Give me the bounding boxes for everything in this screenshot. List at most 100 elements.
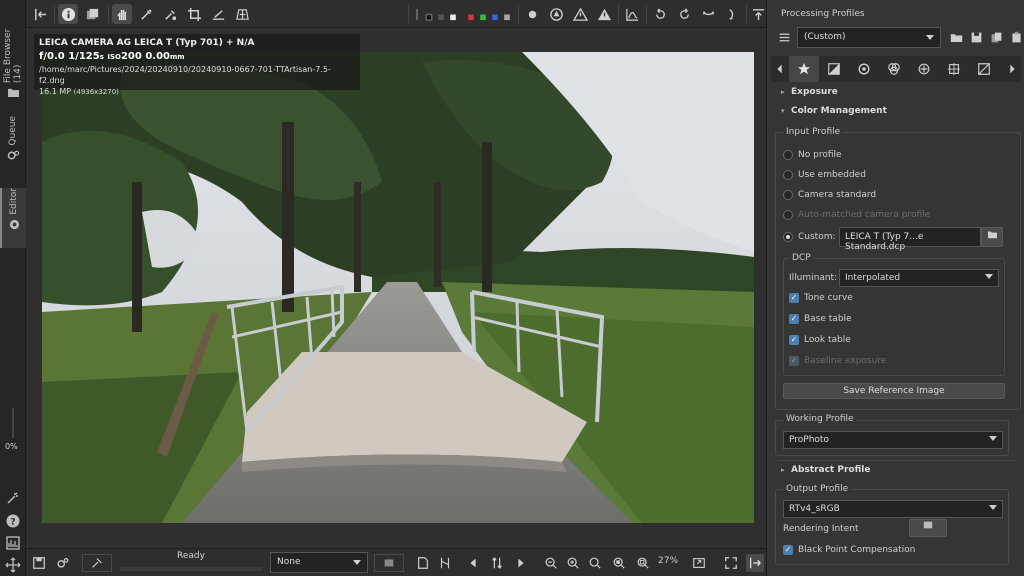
black-point-compensation-checkbox[interactable]: ✓ Black Point Compensation bbox=[783, 543, 915, 557]
tab-color[interactable] bbox=[879, 56, 909, 82]
next-image-button[interactable] bbox=[512, 554, 530, 572]
color-picker-button[interactable] bbox=[160, 4, 180, 24]
tab-editor[interactable]: Editor bbox=[0, 188, 26, 248]
previous-image-button[interactable] bbox=[464, 554, 482, 572]
zoom-100-button[interactable] bbox=[586, 554, 604, 572]
tone-curve-checkbox[interactable]: ✓ Tone curve bbox=[789, 291, 853, 305]
chevron-down-icon bbox=[985, 274, 993, 279]
output-profile-select[interactable]: None bbox=[270, 552, 368, 573]
tabs-scroll-left[interactable] bbox=[771, 56, 789, 82]
shadow-clipping-button[interactable] bbox=[546, 4, 566, 24]
browse-profile-button[interactable] bbox=[981, 227, 1003, 247]
rotate-right-button[interactable] bbox=[674, 4, 694, 24]
fullscreen-button[interactable] bbox=[722, 554, 740, 572]
perspective-button[interactable] bbox=[232, 4, 252, 24]
paste-profile-button[interactable] bbox=[1007, 28, 1024, 46]
help-icon[interactable]: ? bbox=[5, 513, 21, 529]
abstract-profile-section-header[interactable]: ▸ Abstract Profile bbox=[781, 465, 870, 475]
output-profile-select[interactable]: RTv4_sRGB bbox=[783, 500, 1003, 518]
working-profile-select[interactable]: ProPhoto bbox=[783, 431, 1003, 449]
tab-queue[interactable]: Queue bbox=[0, 116, 26, 176]
hide-left-panel-button[interactable] bbox=[30, 4, 50, 24]
tab-favorites[interactable] bbox=[789, 56, 819, 82]
white-balance-picker-button[interactable] bbox=[136, 4, 156, 24]
info-button[interactable] bbox=[58, 4, 78, 24]
radio-use-embedded[interactable]: Use embedded bbox=[783, 168, 866, 182]
move-icon[interactable] bbox=[5, 557, 21, 573]
look-table-checkbox[interactable]: ✓ Look table bbox=[789, 333, 851, 347]
sync-image-button[interactable] bbox=[488, 554, 506, 572]
load-profile-button[interactable] bbox=[947, 28, 965, 46]
illuminant-select[interactable]: Interpolated bbox=[839, 269, 999, 287]
white-swatch-icon bbox=[450, 14, 456, 20]
flip-horizontal-button[interactable] bbox=[698, 4, 718, 24]
list-icon bbox=[779, 33, 789, 41]
save-image-button[interactable] bbox=[30, 554, 48, 572]
radio-label: No profile bbox=[798, 150, 842, 160]
tab-exposure[interactable] bbox=[819, 56, 849, 82]
rendering-intent-button[interactable] bbox=[909, 519, 947, 537]
hide-top-panel-button[interactable] bbox=[748, 4, 768, 24]
preview-white-button[interactable] bbox=[446, 4, 460, 24]
dimensions: (4936x3270) bbox=[73, 88, 119, 96]
photo-preview[interactable] bbox=[42, 52, 754, 523]
tab-file-browser[interactable]: File Browser (14) bbox=[0, 8, 26, 98]
radio-auto-matched: Auto-matched camera profile bbox=[783, 208, 930, 222]
shadow-warning-button[interactable] bbox=[594, 4, 614, 24]
save-reference-image-button[interactable]: Save Reference Image bbox=[783, 383, 1005, 399]
tab-raw[interactable] bbox=[969, 56, 999, 82]
new-detail-window-button[interactable] bbox=[690, 554, 708, 572]
histogram-panel-icon[interactable] bbox=[5, 535, 21, 551]
folder-icon bbox=[987, 231, 997, 239]
crop-button[interactable] bbox=[184, 4, 204, 24]
exposure-section-header[interactable]: ▸ Exposure bbox=[781, 87, 838, 97]
image-size: 16.1 MP (4936x3270) bbox=[39, 86, 355, 98]
copy-profile-button[interactable] bbox=[987, 28, 1005, 46]
zoom-fit-button[interactable] bbox=[634, 554, 652, 572]
send-to-queue-button[interactable] bbox=[54, 554, 72, 572]
color-channel-handle[interactable] bbox=[412, 4, 422, 24]
histogram-icon bbox=[625, 8, 638, 21]
soft-proof-button[interactable] bbox=[414, 554, 432, 572]
radio-custom[interactable]: Custom: bbox=[783, 230, 836, 244]
save-profile-button[interactable] bbox=[967, 28, 985, 46]
color-management-section-header[interactable]: ▾ Color Management bbox=[781, 106, 887, 116]
wand-icon[interactable] bbox=[5, 490, 21, 506]
tab-transform[interactable] bbox=[939, 56, 969, 82]
tab-advanced[interactable] bbox=[909, 56, 939, 82]
rotate-left-button[interactable] bbox=[650, 4, 670, 24]
focus-mask-button[interactable] bbox=[522, 4, 542, 24]
left-percent: 0% bbox=[5, 442, 18, 451]
processing-profile-select[interactable]: (Custom) bbox=[797, 27, 941, 48]
straighten-button[interactable] bbox=[208, 4, 228, 24]
hand-tool-button[interactable] bbox=[112, 4, 132, 24]
info-icon bbox=[61, 7, 75, 21]
checkbox-label: Base table bbox=[804, 314, 852, 324]
divider bbox=[779, 460, 1017, 461]
camera-model: LEICA CAMERA AG LEICA T (Typ 701) + N/A bbox=[39, 38, 255, 48]
hide-right-panel-button[interactable] bbox=[746, 554, 764, 572]
preview-luminance-button[interactable] bbox=[500, 4, 514, 24]
gamut-check-button[interactable] bbox=[436, 554, 454, 572]
radio-dot bbox=[783, 210, 793, 220]
tabs-scroll-right[interactable] bbox=[1003, 56, 1021, 82]
profile-list-button[interactable] bbox=[775, 28, 793, 46]
intent-button[interactable] bbox=[374, 554, 404, 572]
external-editor-button[interactable] bbox=[82, 554, 112, 572]
zoom-in-button[interactable] bbox=[564, 554, 582, 572]
radio-no-profile[interactable]: No profile bbox=[783, 148, 842, 162]
histogram-toggle-button[interactable] bbox=[622, 4, 642, 24]
checkmark-icon: ✓ bbox=[789, 314, 799, 324]
radio-camera-standard[interactable]: Camera standard bbox=[783, 188, 876, 202]
zoom-in-icon bbox=[567, 557, 579, 569]
checkbox-label: Look table bbox=[804, 335, 851, 345]
custom-profile-file[interactable]: LEICA T (Typ 7...e Standard.dcp bbox=[839, 227, 981, 252]
highlight-warning-button[interactable] bbox=[570, 4, 590, 24]
image-viewer[interactable]: LEICA CAMERA AG LEICA T (Typ 701) + N/A … bbox=[26, 28, 766, 548]
base-table-checkbox[interactable]: ✓ Base table bbox=[789, 312, 852, 326]
zoom-fit-crop-button[interactable] bbox=[610, 554, 628, 572]
tab-detail[interactable] bbox=[849, 56, 879, 82]
before-after-button[interactable] bbox=[82, 4, 102, 24]
zoom-out-button[interactable] bbox=[542, 554, 560, 572]
flip-vertical-button[interactable] bbox=[722, 4, 742, 24]
